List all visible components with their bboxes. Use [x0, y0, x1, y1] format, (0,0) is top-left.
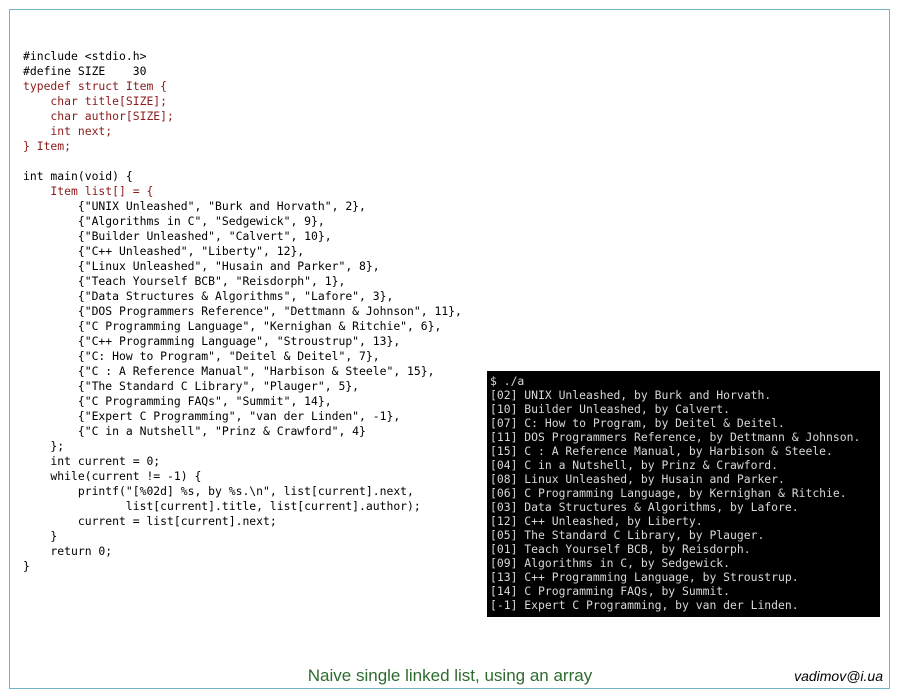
code-line: {"Linux Unleashed", "Husain and Parker",… — [23, 259, 380, 273]
code-line: } Item; — [23, 139, 72, 153]
code-line: while(current != -1) { — [23, 469, 202, 483]
terminal-output-line: [06] C Programming Language, by Kernigha… — [490, 486, 847, 500]
code-line: {"C Programming FAQs", "Summit", 14}, — [23, 394, 332, 408]
code-line: Item list[] = { — [23, 184, 154, 198]
code-line: typedef struct Item { — [23, 79, 168, 93]
terminal-output-line: [14] C Programming FAQs, by Summit. — [490, 584, 731, 598]
source-code-listing: #include <stdio.h> #define SIZE 30 typedef… — [23, 34, 462, 574]
terminal-output-line: [15] C : A Reference Manual, by Harbison… — [490, 444, 833, 458]
code-line: } — [23, 559, 30, 573]
code-line: {"C Programming Language", "Kernighan & … — [23, 319, 442, 333]
code-line: #include <stdio.h> — [23, 49, 147, 63]
code-line: {"C in a Nutshell", "Prinz & Crawford", … — [23, 424, 366, 438]
code-line: int current = 0; — [23, 454, 161, 468]
code-line: char author[SIZE]; — [23, 109, 174, 123]
code-line: {"DOS Programmers Reference", "Dettmann … — [23, 304, 462, 318]
terminal-output-line: [10] Builder Unleashed, by Calvert. — [490, 402, 731, 416]
code-line: {"Data Structures & Algorithms", "Lafore… — [23, 289, 394, 303]
code-line: {"Teach Yourself BCB", "Reisdorph", 1}, — [23, 274, 346, 288]
slide-caption: Naive single linked list, using an array — [307, 666, 593, 685]
code-line: current = list[current].next; — [23, 514, 277, 528]
terminal-output: $ ./a [02] UNIX Unleashed, by Burk and Ho… — [487, 371, 880, 617]
code-line: list[current].title, list[current].autho… — [23, 499, 421, 513]
code-line: {"C: How to Program", "Deitel & Deitel",… — [23, 349, 380, 363]
terminal-output-line: [-1] Expert C Programming, by van der Li… — [490, 598, 799, 612]
terminal-output-line: [08] Linux Unleashed, by Husain and Park… — [490, 472, 785, 486]
terminal-output-line: [04] C in a Nutshell, by Prinz & Crawfor… — [490, 458, 779, 472]
terminal-output-line: [07] C: How to Program, by Deitel & Deit… — [490, 416, 785, 430]
terminal-output-line: [13] C++ Programming Language, by Strous… — [490, 570, 799, 584]
author-email: vadimov@i.ua — [794, 668, 883, 684]
code-line: {"The Standard C Library", "Plauger", 5}… — [23, 379, 360, 393]
terminal-output-line: [12] C++ Unleashed, by Liberty. — [490, 514, 703, 528]
code-line: int next; — [23, 124, 113, 138]
terminal-output-line: [03] Data Structures & Algorithms, by La… — [490, 500, 799, 514]
code-line: int main(void) { — [23, 169, 133, 183]
code-line: {"C++ Programming Language", "Stroustrup… — [23, 334, 401, 348]
code-line: {"Builder Unleashed", "Calvert", 10}, — [23, 229, 332, 243]
terminal-output-line: [09] Algorithms in C, by Sedgewick. — [490, 556, 731, 570]
terminal-output-line: [01] Teach Yourself BCB, by Reisdorph. — [490, 542, 751, 556]
terminal-command: $ ./a — [490, 374, 525, 388]
code-line: {"Expert C Programming", "van der Linden… — [23, 409, 401, 423]
code-line: {"C : A Reference Manual", "Harbison & S… — [23, 364, 435, 378]
terminal-output-line: [05] The Standard C Library, by Plauger. — [490, 528, 765, 542]
code-line: char title[SIZE]; — [23, 94, 168, 108]
code-line: } — [23, 529, 58, 543]
code-line: {"C++ Unleashed", "Liberty", 12}, — [23, 244, 305, 258]
terminal-output-line: [02] UNIX Unleashed, by Burk and Horvath… — [490, 388, 772, 402]
code-line: return 0; — [23, 544, 113, 558]
code-line: {"Algorithms in C", "Sedgewick", 9}, — [23, 214, 325, 228]
code-line: {"UNIX Unleashed", "Burk and Horvath", 2… — [23, 199, 366, 213]
code-line: printf("[%02d] %s, by %s.\n", list[curre… — [23, 484, 414, 498]
code-line: #define SIZE 30 — [23, 64, 147, 78]
terminal-output-line: [11] DOS Programmers Reference, by Dettm… — [490, 430, 861, 444]
code-line: }; — [23, 439, 65, 453]
